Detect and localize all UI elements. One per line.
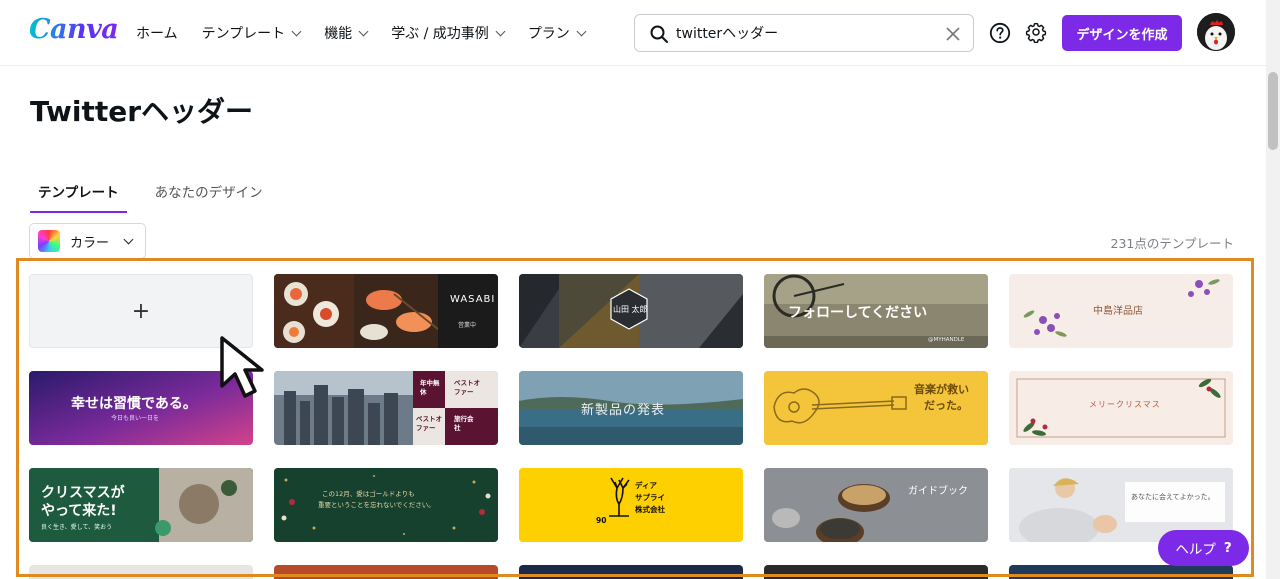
template-text: メリークリスマス	[1089, 400, 1161, 409]
template-text: 良く生き、愛して、笑おう	[41, 524, 113, 531]
tab-your-designs[interactable]: あなたのデザイン	[147, 178, 271, 213]
template-text: 株式会社	[635, 505, 665, 514]
nav-features[interactable]: 機能	[324, 23, 369, 43]
color-wheel-icon	[38, 230, 60, 252]
nav-learn[interactable]: 学ぶ / 成功事例	[391, 23, 506, 43]
template-card-name[interactable]: 山田 太郎	[519, 274, 743, 348]
template-text: 営業中	[458, 322, 477, 329]
template-text: やって来た!	[41, 503, 117, 519]
nav-home[interactable]: ホーム	[136, 23, 178, 43]
help-icon[interactable]	[989, 22, 1011, 44]
template-text: フォローしてください	[788, 305, 928, 321]
template-card-travel[interactable]: 年中無休 ベストオファー ベストオファー 旅行会社	[274, 371, 498, 445]
help-button[interactable]: ヘルプ ?	[1158, 530, 1249, 566]
color-filter-dropdown[interactable]: カラー	[29, 223, 146, 259]
nav-label: 学ぶ / 成功事例	[391, 26, 489, 42]
template-card-row4-4[interactable]	[764, 565, 988, 579]
nav-templates[interactable]: テンプレート	[201, 23, 302, 43]
main-nav: ホーム テンプレート 機能 学ぶ / 成功事例 プラン	[136, 23, 609, 43]
template-text: サプライ	[635, 493, 665, 502]
nav-label: プラン	[527, 26, 570, 42]
search-input[interactable]	[676, 21, 936, 45]
template-card-merry-xmas[interactable]: メリークリスマス	[1009, 371, 1233, 445]
content-tabs: テンプレート あなたのデザイン	[30, 178, 291, 213]
template-card-christmas-came[interactable]: クリスマスが やって来た! 良く生き、愛して、笑おう	[29, 468, 253, 542]
chevron-down-icon	[291, 26, 302, 36]
template-card-follow[interactable]: フォローしてください @MYHANDLE	[764, 274, 988, 348]
template-card-floral-shop[interactable]: 中島洋品店	[1009, 274, 1233, 348]
template-text: 幸せは習慣である。	[71, 396, 197, 412]
template-count: 231点のテンプレート	[1110, 236, 1234, 251]
template-card-music[interactable]: 音楽が救い だった。	[764, 371, 988, 445]
template-text: 旅行会社	[454, 415, 474, 432]
nav-plans[interactable]: プラン	[527, 23, 587, 43]
template-text: 年中無休	[420, 379, 440, 396]
template-text: 中島洋品店	[1093, 306, 1143, 317]
template-card-new-product[interactable]: 新製品の発表	[519, 371, 743, 445]
template-text: 音楽が救い	[914, 383, 969, 396]
template-text: 90	[596, 516, 607, 525]
chevron-down-icon	[495, 26, 506, 36]
template-card-deer-supply[interactable]: ディア サプライ 株式会社 90	[519, 468, 743, 542]
template-card-row4-5[interactable]	[1009, 565, 1233, 579]
chevron-down-icon	[123, 234, 134, 244]
template-card-sushi[interactable]: WASABI 営業中	[274, 274, 498, 348]
template-card-gold-december[interactable]: この12月、愛はゴールドよりも 重要ということを忘れないでください。	[274, 468, 498, 542]
template-text: ベストオファー	[454, 379, 481, 396]
template-text: 新製品の発表	[581, 403, 666, 418]
deer-logo-icon	[519, 468, 743, 542]
search-icon	[650, 25, 668, 43]
tab-templates[interactable]: テンプレート	[30, 178, 127, 213]
template-text: この12月、愛はゴールドよりも	[322, 490, 415, 498]
template-text: ベストオファー	[416, 415, 443, 432]
template-text: ディア	[635, 481, 657, 490]
template-text: @MYHANDLE	[928, 337, 965, 343]
template-text: クリスマスが	[41, 485, 125, 501]
template-card-row4-2[interactable]	[274, 565, 498, 579]
template-text: あなたに会えてよかった。	[1131, 493, 1215, 501]
spice-bowls-thumbnail	[764, 468, 988, 542]
template-text: 重要ということを忘れないでください。	[318, 501, 435, 509]
color-filter-label: カラー	[70, 235, 110, 251]
canva-logo[interactable]: Canva	[29, 14, 119, 45]
question-icon: ?	[1223, 540, 1232, 556]
create-design-button[interactable]: デザインを作成	[1062, 15, 1182, 51]
template-card-row4-3[interactable]	[519, 565, 743, 579]
nav-label: 機能	[324, 26, 353, 42]
search-box	[634, 14, 974, 52]
avatar[interactable]	[1197, 13, 1235, 51]
scrollbar-thumb[interactable]	[1268, 72, 1278, 150]
scrollbar[interactable]	[1266, 0, 1280, 579]
chevron-down-icon	[358, 26, 369, 36]
page-title: Twitterヘッダー	[30, 95, 254, 128]
sushi-thumbnail	[274, 274, 498, 348]
page: Canva ホーム テンプレート 機能 学ぶ / 成功事例 プラン デザインを作…	[0, 0, 1280, 579]
nav-label: ホーム	[136, 26, 178, 42]
close-icon[interactable]	[943, 24, 963, 44]
template-text: WASABI	[450, 294, 496, 305]
template-text: ガイドブック	[908, 486, 968, 497]
chicken-avatar-icon	[1197, 13, 1235, 51]
template-text: 山田 太郎	[613, 305, 648, 314]
gear-icon[interactable]	[1025, 21, 1047, 43]
chevron-down-icon	[576, 26, 587, 36]
help-label: ヘルプ	[1175, 542, 1216, 558]
template-text: だった。	[924, 399, 968, 412]
plus-icon: +	[131, 298, 151, 324]
mouse-cursor-icon	[220, 336, 264, 398]
top-header: Canva ホーム テンプレート 機能 学ぶ / 成功事例 プラン デザインを作…	[0, 0, 1266, 66]
template-card-row4-1[interactable]	[29, 565, 253, 579]
template-text: 今日も良い一日を	[111, 415, 160, 422]
template-card-guidebook[interactable]: ガイドブック	[764, 468, 988, 542]
nav-label: テンプレート	[201, 26, 286, 42]
